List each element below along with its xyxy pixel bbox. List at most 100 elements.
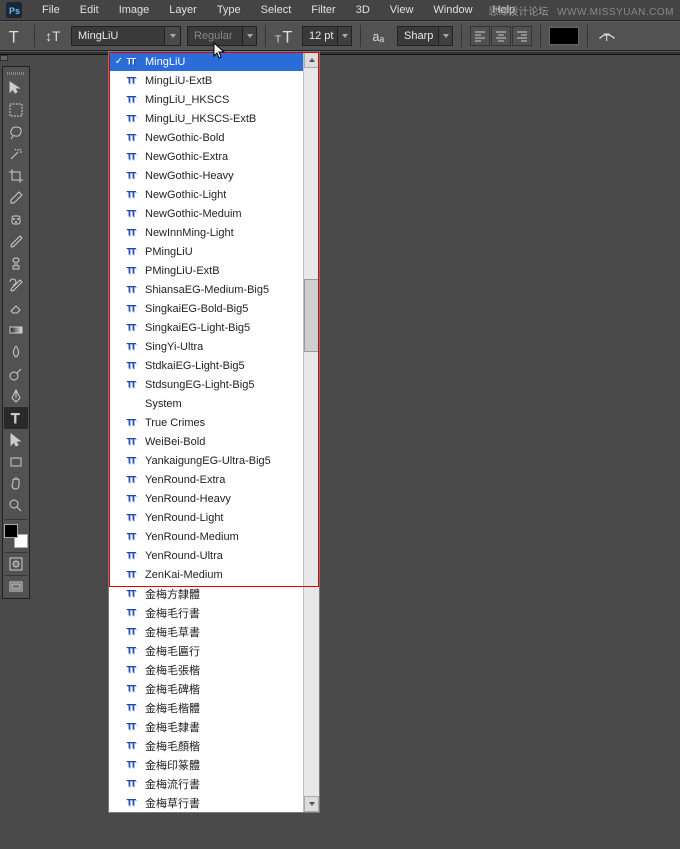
scroll-up-button[interactable] [304,52,319,68]
font-option[interactable]: TTTTYenRound-Extra [109,470,303,489]
font-option[interactable]: TTTTSingkaiEG-Bold-Big5 [109,299,303,318]
font-option[interactable]: TTTTNewInnMing-Light [109,223,303,242]
font-option[interactable]: TTTT金梅毛楷體 [109,698,303,717]
menu-layer[interactable]: Layer [159,2,207,18]
hand-tool[interactable] [4,473,28,495]
scrollbar-track[interactable] [304,68,319,796]
font-option[interactable]: TTTTNewGothic-Meduim [109,204,303,223]
chevron-down-icon[interactable] [164,27,180,45]
font-option[interactable]: TTTTNewGothic-Bold [109,128,303,147]
pen-tool[interactable] [4,385,28,407]
rectangle-tool[interactable] [4,451,28,473]
font-option[interactable]: TTTTNewGothic-Heavy [109,166,303,185]
font-option[interactable]: TTTTYenRound-Light [109,508,303,527]
wand-tool[interactable] [4,143,28,165]
chevron-down-icon[interactable] [242,27,256,45]
menu-filter[interactable]: Filter [301,2,345,18]
align-right-button[interactable] [512,26,532,46]
path-select-tool[interactable] [4,429,28,451]
panel-dock-grip[interactable] [0,55,8,61]
crop-tool[interactable] [4,165,28,187]
quick-mask-icon[interactable] [4,555,28,573]
font-option[interactable]: TTTT金梅方隸體 [109,584,303,603]
font-option[interactable]: TTTTMingLiU_HKSCS [109,90,303,109]
scrollbar-thumb[interactable] [304,279,319,352]
chevron-down-icon[interactable] [438,27,452,45]
font-option[interactable]: TTTTShiansaEG-Medium-Big5 [109,280,303,299]
menu-edit[interactable]: Edit [70,2,109,18]
chevron-down-icon[interactable] [337,27,351,45]
scrollbar[interactable] [303,52,319,812]
font-option[interactable]: TTTTStdkaiEG-Light-Big5 [109,356,303,375]
font-option[interactable]: System [109,394,303,413]
font-option[interactable]: TTTTStdsungEG-Light-Big5 [109,375,303,394]
font-option[interactable]: TTTT金梅草行書 [109,793,303,812]
zoom-tool[interactable] [4,495,28,517]
antialias-icon[interactable]: aₐ [369,25,391,47]
eraser-tool[interactable] [4,297,28,319]
font-style-select[interactable]: Regular [187,26,257,46]
menu-3d[interactable]: 3D [346,2,380,18]
text-orientation-icon[interactable]: ↕T [43,25,65,47]
heal-tool[interactable] [4,209,28,231]
font-option[interactable]: TTTT金梅毛行書 [109,603,303,622]
menu-select[interactable]: Select [251,2,302,18]
menu-file[interactable]: File [32,2,70,18]
font-option[interactable]: TTTTYenRound-Medium [109,527,303,546]
font-option[interactable]: TTTTYankaigungEG-Ultra-Big5 [109,451,303,470]
menu-type[interactable]: Type [207,2,251,18]
menu-image[interactable]: Image [109,2,160,18]
lasso-tool[interactable] [4,121,28,143]
font-option[interactable]: TTTTMingLiU_HKSCS-ExtB [109,109,303,128]
font-option[interactable]: TTTT金梅毛顏楷 [109,736,303,755]
menu-view[interactable]: View [380,2,424,18]
font-option[interactable]: TTTT金梅印篆體 [109,755,303,774]
type-tool[interactable]: T [4,407,28,429]
foreground-background-colors[interactable] [4,524,28,548]
font-family-dropdown[interactable]: ✓TTTTMingLiUTTTTMingLiU-ExtBTTTTMingLiU_… [108,51,320,813]
font-size-select[interactable]: 12 pt [302,26,352,46]
font-option[interactable]: TTTTTrue Crimes [109,413,303,432]
move-tool[interactable] [4,77,28,99]
brush-tool[interactable] [4,231,28,253]
font-option[interactable]: TTTT金梅毛隸書 [109,717,303,736]
antialias-select[interactable]: Sharp [397,26,453,46]
font-option[interactable]: TTTTNewGothic-Light [109,185,303,204]
font-option[interactable]: TTTTYenRound-Heavy [109,489,303,508]
font-option[interactable]: TTTT金梅流行書 [109,774,303,793]
font-option[interactable]: TTTTZenKai-Medium [109,565,303,584]
font-option[interactable]: TTTTWeiBei-Bold [109,432,303,451]
font-option[interactable]: TTTTNewGothic-Extra [109,147,303,166]
text-color-swatch[interactable] [549,27,579,45]
font-option[interactable]: TTTTYenRound-Ultra [109,546,303,565]
font-size-icon[interactable]: TT [274,25,296,47]
font-option[interactable]: TTTT金梅毛張楷 [109,660,303,679]
tool-preset-icon[interactable]: T [4,25,26,47]
font-option[interactable]: TTTT金梅毛草書 [109,622,303,641]
gradient-tool[interactable] [4,319,28,341]
font-option[interactable]: TTTTMingLiU-ExtB [109,71,303,90]
align-center-button[interactable] [491,26,511,46]
marquee-tool[interactable] [4,99,28,121]
dodge-tool[interactable] [4,363,28,385]
truetype-icon: TTTT [125,113,139,125]
blur-tool[interactable] [4,341,28,363]
foreground-color[interactable] [4,524,18,538]
align-left-button[interactable] [470,26,490,46]
screen-mode-icon[interactable] [4,578,28,596]
eyedropper-tool[interactable] [4,187,28,209]
panel-grip[interactable] [3,69,29,77]
font-option[interactable]: TTTT金梅毛碑楷 [109,679,303,698]
stamp-tool[interactable] [4,253,28,275]
history-brush-tool[interactable] [4,275,28,297]
menu-window[interactable]: Window [423,2,482,18]
font-option[interactable]: ✓TTTTMingLiU [109,52,303,71]
scroll-down-button[interactable] [304,796,319,812]
font-option[interactable]: TTTTPMingLiU-ExtB [109,261,303,280]
font-family-select[interactable]: MingLiU [71,26,181,46]
font-option[interactable]: TTTTSingYi-Ultra [109,337,303,356]
warp-text-icon[interactable]: T [596,25,618,47]
font-option[interactable]: TTTT金梅毛匾行 [109,641,303,660]
font-option[interactable]: TTTTSingkaiEG-Light-Big5 [109,318,303,337]
font-option[interactable]: TTTTPMingLiU [109,242,303,261]
